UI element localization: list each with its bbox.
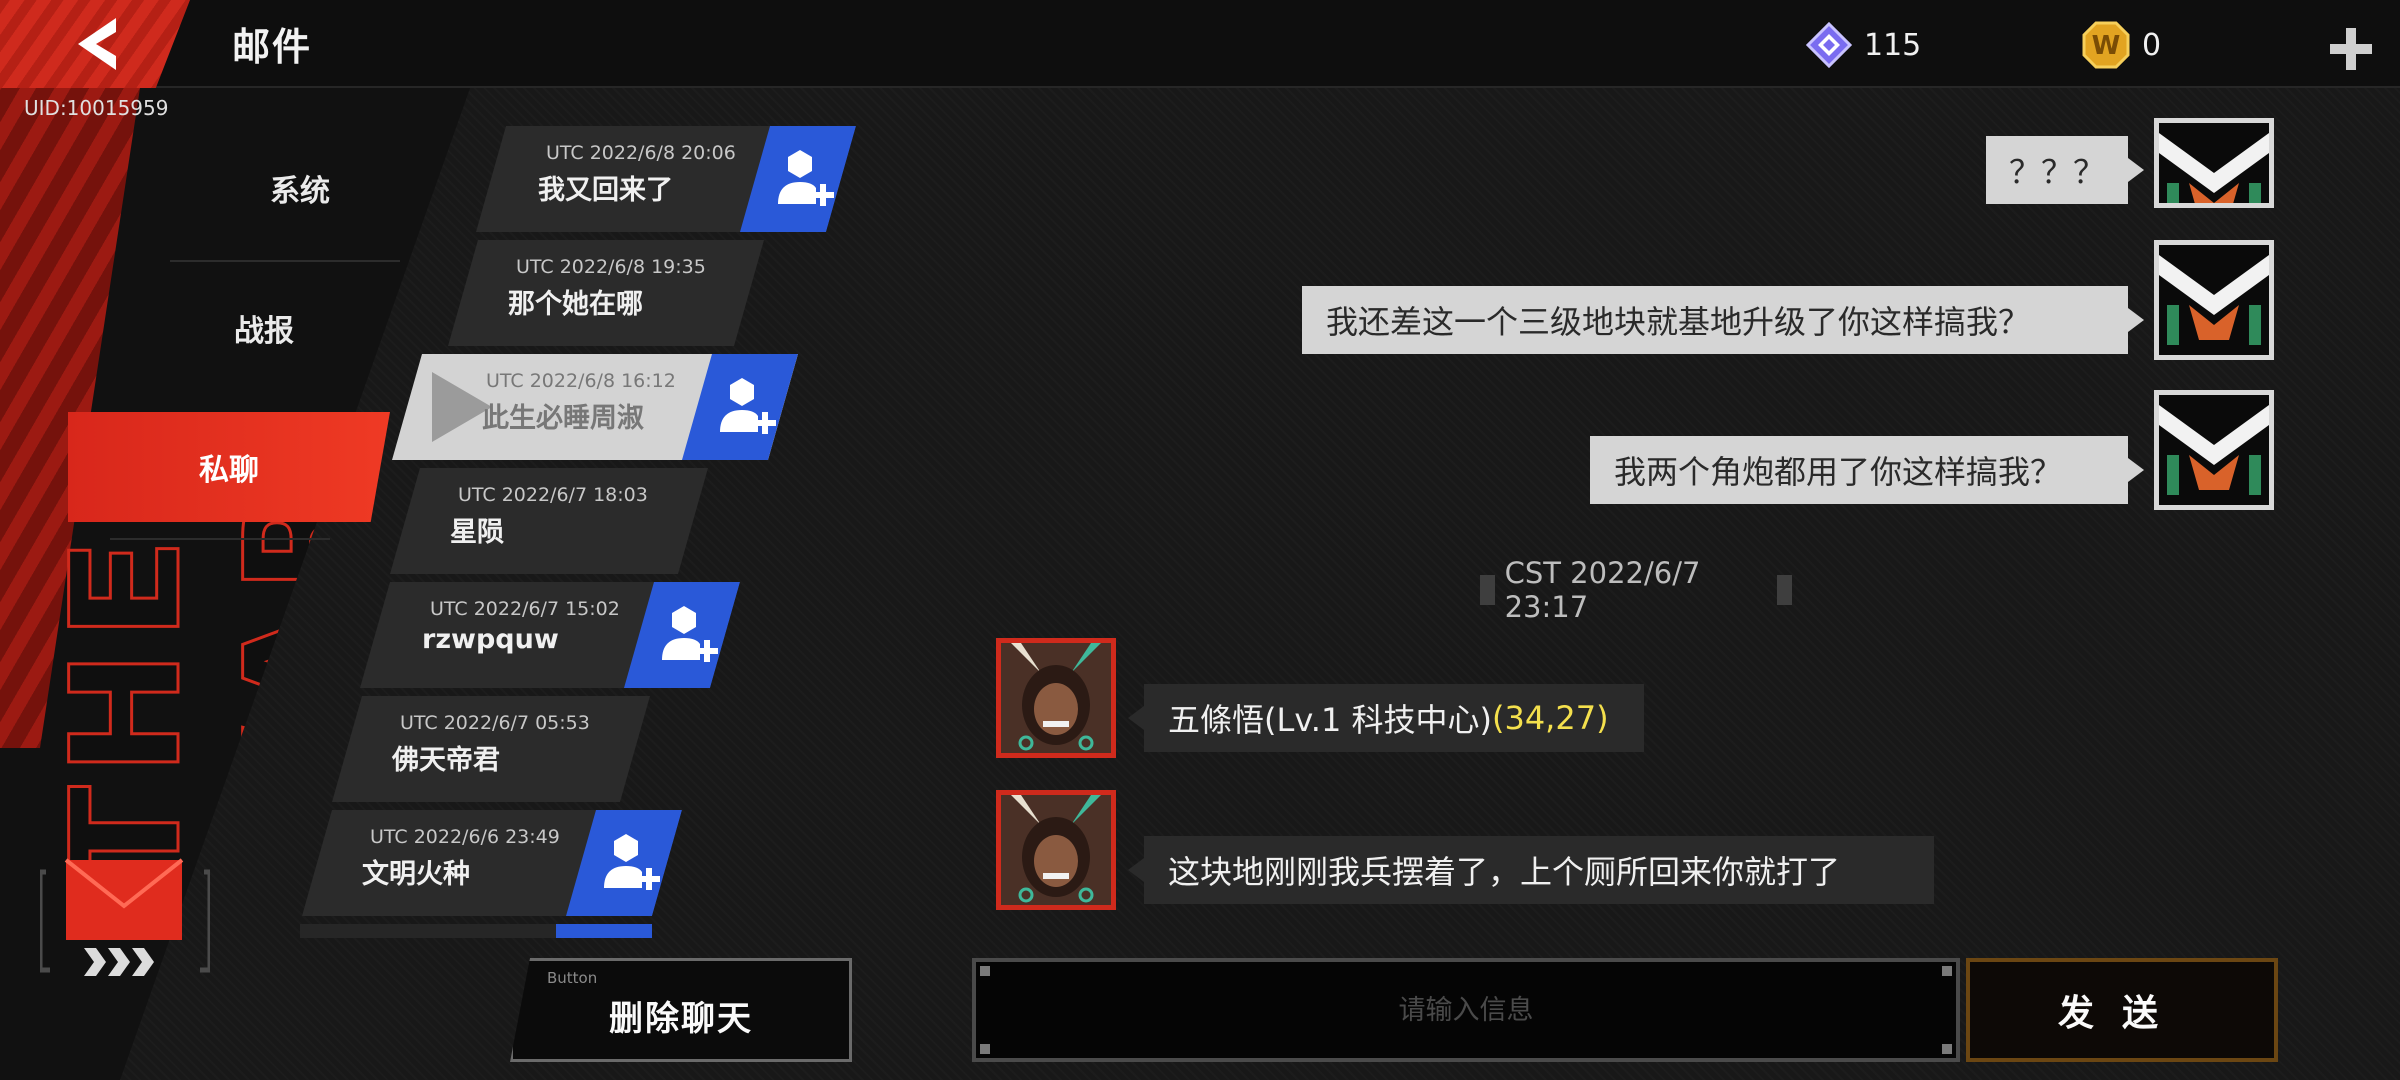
my-avatar[interactable] xyxy=(2154,118,2274,208)
conversation-item[interactable]: UTC 2022/6/6 23:49 文明火种 xyxy=(302,810,682,916)
tab-battle-report[interactable]: 战报 xyxy=(104,274,424,382)
tab-system[interactable]: 系统 xyxy=(140,134,460,242)
tab-label: 战报 xyxy=(234,314,294,349)
user-id: UID:10015959 xyxy=(24,96,169,120)
conversation-name: 那个她在哪 xyxy=(508,289,643,320)
conversation-time: UTC 2022/6/8 20:06 xyxy=(546,142,736,164)
sender-info: 五條悟(Lv.1 科技中心) xyxy=(1168,701,1492,739)
mail-icon[interactable] xyxy=(40,850,210,980)
other-avatar[interactable] xyxy=(996,638,1116,758)
chat-timestamp: CST 2022/6/7 23:17 xyxy=(1470,556,1802,624)
player-portrait-icon xyxy=(2159,245,2269,355)
add-friend-icon xyxy=(602,832,662,892)
my-message: 我两个角炮都用了你这样搞我？ xyxy=(1590,436,2144,504)
conversation-item[interactable]: UTC 2022/6/7 15:02 rzwpquw xyxy=(360,582,740,688)
coin-count: 0 xyxy=(2142,27,2162,63)
page-title: 邮件 xyxy=(232,25,313,69)
conversation-time: UTC 2022/6/8 16:12 xyxy=(486,370,676,392)
conversation-name: rzwpquw xyxy=(422,624,559,655)
gem-counter[interactable]: 115 xyxy=(1806,22,1921,68)
divider xyxy=(170,260,400,262)
top-bar: 邮件 115 W 0 xyxy=(0,0,2400,88)
player-portrait-icon xyxy=(1001,643,1111,753)
back-arrow-icon xyxy=(78,18,116,70)
message-text: ？？？ xyxy=(2009,153,2106,191)
conversation-name: 我又回来了 xyxy=(538,175,673,206)
send-label: 发送 xyxy=(2057,993,2186,1034)
tab-private-chat[interactable]: 私聊 xyxy=(68,412,390,522)
message-text: 我两个角炮都用了你这样搞我？ xyxy=(1614,453,2063,491)
coin-icon: W xyxy=(2082,21,2130,69)
other-message: 五條悟(Lv.1 科技中心) (34,27) xyxy=(1128,684,1644,752)
conversation-name: 此生必睡周淑 xyxy=(482,403,644,434)
conversation-name: 佛天帝君 xyxy=(392,745,500,776)
coin-counter[interactable]: W 0 xyxy=(2082,21,2162,69)
conversation-time: UTC 2022/6/8 19:35 xyxy=(516,256,706,278)
message-text: 我还差这一个三级地块就基地升级了你这样搞我？ xyxy=(1326,303,2031,341)
timestamp-bar xyxy=(1480,575,1495,605)
divider xyxy=(110,538,330,540)
message-text: 这块地刚刚我兵摆着了，上个厕所回来你就打了 xyxy=(1168,853,1841,891)
conversation-time: UTC 2022/6/6 23:49 xyxy=(370,826,560,848)
delete-chat-label: 删除聊天 xyxy=(609,999,753,1039)
conversation-item[interactable]: UTC 2022/6/8 19:35 那个她在哪 xyxy=(448,240,764,346)
my-message: ？？？ xyxy=(1986,136,2144,204)
delete-chat-button[interactable]: Button 删除聊天 xyxy=(510,958,852,1062)
my-avatar[interactable] xyxy=(2154,390,2274,510)
button-tag: Button xyxy=(547,969,598,987)
add-friend-icon xyxy=(660,604,720,664)
list-scroll-edge-blue xyxy=(556,924,652,938)
timestamp-bar xyxy=(1777,575,1793,605)
add-currency-button[interactable] xyxy=(2328,26,2374,72)
my-avatar[interactable] xyxy=(2154,240,2274,360)
conversation-time: UTC 2022/6/7 18:03 xyxy=(458,484,648,506)
add-friend-button[interactable] xyxy=(566,810,682,916)
conversation-item[interactable]: UTC 2022/6/8 20:06 我又回来了 xyxy=(476,126,856,232)
conversation-item[interactable]: UTC 2022/6/7 18:03 星陨 xyxy=(390,468,708,574)
player-portrait-icon xyxy=(2159,123,2269,203)
back-button[interactable] xyxy=(0,0,190,88)
player-portrait-icon xyxy=(1001,795,1111,905)
add-friend-icon xyxy=(718,376,778,436)
add-friend-button[interactable] xyxy=(740,126,856,232)
coordinate-link[interactable]: (34,27) xyxy=(1492,699,1609,737)
message-input-box xyxy=(972,958,1960,1062)
conversation-item-selected[interactable]: UTC 2022/6/8 16:12 此生必睡周淑 xyxy=(392,354,798,460)
my-message: 我还差这一个三级地块就基地升级了你这样搞我？ xyxy=(1302,286,2144,354)
gem-count: 115 xyxy=(1864,27,1922,63)
add-friend-icon xyxy=(776,148,836,208)
conversation-name: 文明火种 xyxy=(362,859,470,890)
add-friend-button[interactable] xyxy=(682,354,798,460)
other-avatar[interactable] xyxy=(996,790,1116,910)
timestamp-text: CST 2022/6/7 23:17 xyxy=(1504,556,1701,624)
svg-text:W: W xyxy=(2092,31,2121,61)
tab-label: 系统 xyxy=(270,174,330,209)
add-friend-button[interactable] xyxy=(624,582,740,688)
player-portrait-icon xyxy=(2159,395,2269,505)
gem-icon xyxy=(1806,22,1852,68)
conversation-time: UTC 2022/6/7 05:53 xyxy=(400,712,590,734)
tab-label: 私聊 xyxy=(199,453,259,488)
conversation-item[interactable]: UTC 2022/6/7 05:53 佛天帝君 xyxy=(332,696,650,802)
conversation-name: 星陨 xyxy=(450,517,504,548)
send-button[interactable]: 发送 xyxy=(1966,958,2278,1062)
message-input[interactable] xyxy=(984,970,1948,1050)
other-message: 这块地刚刚我兵摆着了，上个厕所回来你就打了 xyxy=(1128,836,1934,904)
conversation-time: UTC 2022/6/7 15:02 xyxy=(430,598,620,620)
